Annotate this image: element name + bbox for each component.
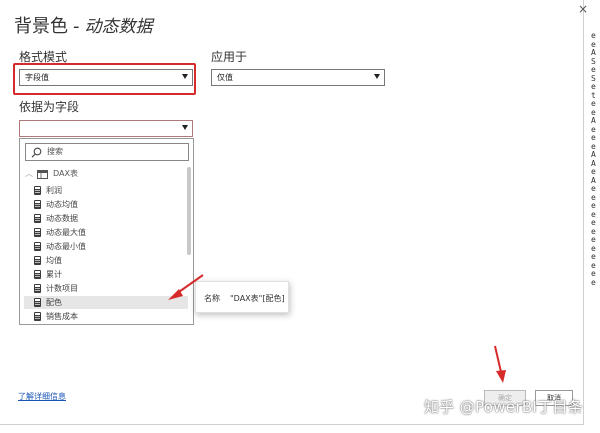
annotation-arrows bbox=[168, 274, 506, 383]
page: × 背景色 - 动态数据 格式模式 字段值 应用于 仅值 依据为字段 搜索 ︿ … bbox=[0, 0, 600, 433]
watermark: 知乎 @PowerBI丁目条 bbox=[424, 398, 584, 416]
